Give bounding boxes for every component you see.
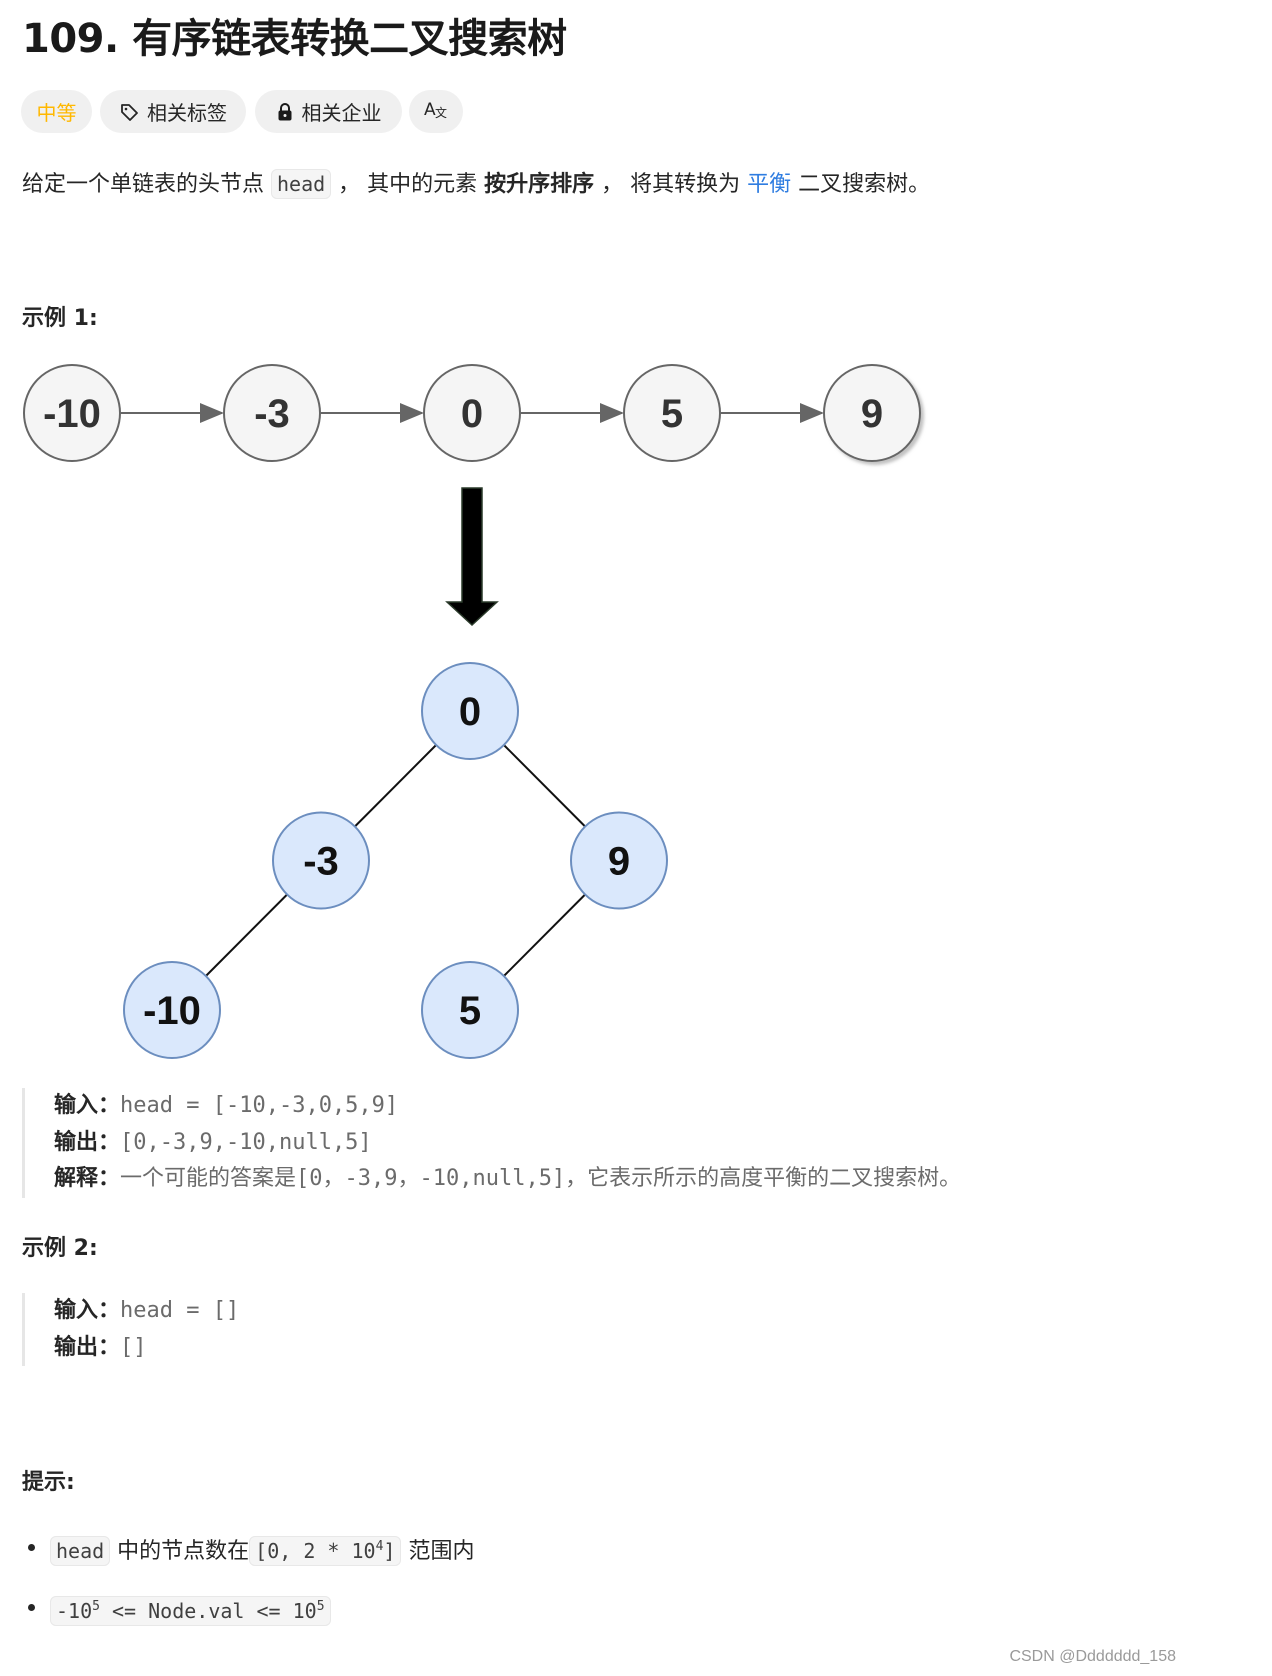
explain-label: 解释： [54, 1166, 121, 1191]
inline-code-head: head [50, 1536, 111, 1566]
svg-text:文: 文 [435, 105, 447, 120]
input-value: head = [-10,-3,0,5,9] [120, 1093, 399, 1118]
related-tags-label: 相关标签 [147, 101, 227, 125]
tree-edge [503, 893, 586, 977]
down-arrow-icon [445, 487, 499, 627]
list-node-value: 9 [861, 392, 883, 436]
example-1-block: 输入：head = [-10,-3,0,5,9] 输出：[0,-3,9,-10,… [22, 1088, 961, 1198]
constraint-item: -105 <= Node.val <= 105 [22, 1586, 474, 1628]
desc-text-4: 二叉搜索树。 [791, 172, 931, 197]
problem-description: 给定一个单链表的头节点 head ， 其中的元素 按升序排序 ， 将其转换为 平… [22, 166, 931, 199]
example-1-diagram: -10 -3 0 5 9 0 -3 9 -10 5 [23, 364, 921, 1059]
inline-code-head: head [271, 169, 332, 199]
explain-value: 一个可能的答案是[0，-3,9，-10,null,5]，它表示所示的高度平衡的二… [120, 1166, 962, 1191]
input-label: 输入： [54, 1298, 121, 1323]
difficulty-label: 中等 [36, 101, 77, 125]
tree-edge [205, 893, 288, 977]
related-companies-button[interactable]: 相关企业 [255, 90, 402, 133]
range-end: ] [383, 1539, 396, 1563]
desc-text-1: 给定一个单链表的头节点 [22, 172, 271, 197]
input-value: head = [] [120, 1298, 240, 1323]
related-companies-label: 相关企业 [301, 101, 382, 125]
difficulty-badge[interactable]: 中等 [21, 90, 92, 133]
tree-node-value: -3 [303, 840, 339, 884]
related-tags-button[interactable]: 相关标签 [100, 90, 246, 133]
hints-heading: 提示: [22, 1470, 75, 1495]
tree-edge [503, 744, 586, 828]
binary-search-tree: 0 -3 9 -10 5 [123, 662, 668, 1059]
example-1-explain-line: 解释：一个可能的答案是[0，-3,9，-10,null,5]，它表示所示的高度平… [54, 1161, 961, 1198]
output-label: 输出： [54, 1129, 121, 1155]
max-exponent: 5 [316, 1599, 325, 1614]
translate-button[interactable]: A文 [409, 90, 463, 133]
output-value: [] [120, 1334, 147, 1360]
output-value: [0,-3,9,-10,null,5] [120, 1129, 372, 1155]
range-base: [0, 2 * 10 [255, 1539, 376, 1563]
example-1-output-line: 输出：[0,-3,9,-10,null,5] [54, 1125, 961, 1162]
tree-node-value: 9 [608, 840, 630, 884]
example-2-input-line: 输入：head = [] [54, 1293, 239, 1330]
example-2-output-line: 输出：[] [54, 1330, 239, 1367]
constraint-text: 中的节点数在 [110, 1539, 250, 1564]
value-expr: <= Node.val <= 10 [99, 1599, 317, 1623]
transform-arrow [445, 487, 499, 627]
example-2-heading: 示例 2: [22, 1236, 98, 1261]
tree-edge [354, 744, 437, 828]
constraints-list: head 中的节点数在 [0, 2 * 104] 范围内 -105 <= Node… [22, 1526, 474, 1646]
desc-text-2: ， 其中的元素 [331, 172, 485, 197]
tree-node-value: 5 [459, 989, 481, 1033]
list-node-value: -10 [43, 392, 101, 436]
problem-title: 109. 有序链表转换二叉搜索树 [22, 16, 567, 62]
inline-code-range: [0, 2 * 104] [249, 1536, 402, 1566]
list-node-value: 5 [661, 392, 683, 436]
min-exponent: 5 [92, 1599, 100, 1614]
lock-icon [276, 102, 294, 122]
list-node-value: -3 [254, 392, 290, 436]
linked-list: -10 -3 0 5 9 [23, 364, 921, 462]
output-label: 输出： [54, 1334, 121, 1360]
example-1-input-line: 输入：head = [-10,-3,0,5,9] [54, 1088, 961, 1125]
example-1-heading: 示例 1: [22, 306, 98, 331]
constraint-text-end: 范围内 [401, 1539, 475, 1564]
input-label: 输入： [54, 1093, 121, 1118]
example-2-block: 输入：head = [] 输出：[] [22, 1293, 239, 1366]
tag-icon [119, 102, 139, 122]
inline-code-value-range: -105 <= Node.val <= 105 [50, 1596, 331, 1626]
desc-bold: 按升序排序 [484, 172, 595, 197]
balanced-link[interactable]: 平衡 [747, 172, 791, 197]
list-node-value: 0 [461, 392, 483, 436]
translate-icon: A文 [424, 98, 448, 125]
constraint-item: head 中的节点数在 [0, 2 * 104] 范围内 [22, 1526, 474, 1568]
desc-text-3: ， 将其转换为 [594, 172, 748, 197]
tree-node-value: -10 [143, 989, 201, 1033]
watermark: CSDN @Ddddddd_158 [1009, 1648, 1176, 1665]
min-base: -10 [56, 1599, 93, 1623]
tree-node-value: 0 [459, 690, 481, 734]
